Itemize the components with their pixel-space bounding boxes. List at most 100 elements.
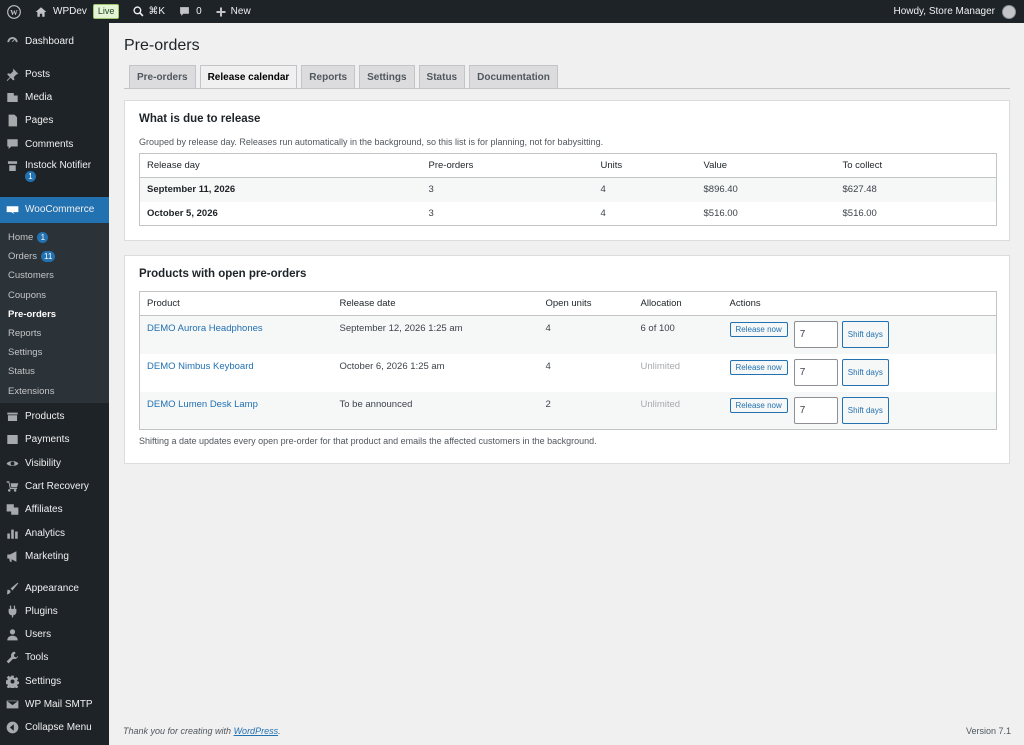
submenu-item-extensions[interactable]: Extensions	[0, 381, 109, 400]
shift-days-input[interactable]: 7	[793, 321, 838, 349]
submenu-item-coupons[interactable]: Coupons	[0, 286, 109, 305]
sidebar-item-woocommerce[interactable]: WooCommerce	[0, 196, 109, 223]
tab-settings[interactable]: Settings	[359, 65, 415, 88]
sidebar-item-label: Pages	[25, 115, 54, 127]
cell-product: DEMO Aurora Headphones	[139, 315, 333, 354]
wordpress-link[interactable]: WordPress	[234, 726, 279, 736]
sidebar-item-label: Appearance	[25, 582, 79, 594]
submenu-item-customers[interactable]: Customers	[0, 266, 109, 285]
sidebar-item-analytics[interactable]: Analytics	[0, 522, 109, 545]
bell-icon	[6, 160, 19, 173]
sidebar-item-posts[interactable]: Posts	[0, 62, 109, 85]
sidebar-item-affiliates[interactable]: Affiliates	[0, 498, 109, 521]
sidebar-item-label: Tools	[25, 652, 49, 664]
pages-icon	[6, 114, 19, 127]
sidebar-item-instock-notifier[interactable]: Instock Notifier 1	[0, 156, 109, 188]
product-link[interactable]: DEMO Nimbus Keyboard	[147, 361, 254, 372]
product-link[interactable]: DEMO Lumen Desk Lamp	[147, 399, 258, 410]
shift-days-button[interactable]: Shift days	[841, 359, 889, 386]
sidebar-item-products[interactable]: Products	[0, 405, 109, 428]
submenu-item-label: Coupons	[8, 289, 47, 301]
tab-status[interactable]: Status	[418, 65, 466, 88]
sidebar-item-visibility[interactable]: Visibility	[0, 451, 109, 474]
release-now-button[interactable]: Release now	[729, 322, 788, 338]
woocommerce-icon	[6, 203, 19, 216]
submenu-item-label: Home	[8, 232, 34, 244]
sidebar-item-payments[interactable]: Payments	[0, 428, 109, 451]
product-link[interactable]: DEMO Aurora Headphones	[147, 323, 263, 334]
column-header: Pre-orders	[421, 153, 594, 178]
comments-icon	[6, 138, 19, 151]
sidebar-item-collapse-menu[interactable]: Collapse Menu	[0, 716, 109, 739]
new-content-button[interactable]: New	[209, 0, 258, 23]
site-name: WPDev	[53, 6, 87, 17]
sidebar-item-label: Media	[25, 91, 53, 103]
sidebar-item-plugins[interactable]: Plugins	[0, 600, 109, 623]
shift-days-button[interactable]: Shift days	[841, 321, 889, 349]
affiliates-icon	[6, 503, 19, 516]
count-badge: 11	[41, 251, 56, 263]
sidebar-item-label: Instock Notifier	[25, 159, 92, 171]
sidebar-item-comments[interactable]: Comments	[0, 133, 109, 156]
sidebar-item-label: Posts	[25, 68, 51, 80]
comments-count: 0	[196, 6, 202, 17]
products-icon	[6, 410, 19, 423]
comments-link[interactable]: 0	[172, 0, 209, 23]
sidebar-item-appearance[interactable]: Appearance	[0, 576, 109, 599]
sidebar-item-marketing[interactable]: Marketing	[0, 545, 109, 568]
open-preorders-panel: Products with open pre-orders Product Rel…	[124, 255, 1010, 464]
wordpress-logo-button[interactable]: W	[0, 0, 28, 23]
sidebar-item-label: Payments	[25, 434, 70, 446]
cell-allocation: Unlimited	[640, 360, 681, 372]
sidebar-item-label: Comments	[25, 138, 74, 150]
sidebar-item-tools[interactable]: Tools	[0, 646, 109, 669]
shift-days-input[interactable]: 7	[793, 396, 838, 424]
admin-sidebar: Dashboard Posts Media Pages Comments Instock…	[0, 23, 109, 745]
shift-footnote: Shifting a date updates every open pre-o…	[139, 436, 597, 446]
shift-days-input[interactable]: 7	[793, 359, 838, 386]
sidebar-item-wp-mail-smtp[interactable]: WP Mail SMTP	[0, 693, 109, 716]
plus-icon	[216, 7, 226, 16]
users-icon	[6, 628, 19, 641]
submenu-item-orders[interactable]: Orders 11	[0, 247, 109, 266]
submenu-item-reports[interactable]: Reports	[0, 324, 109, 343]
release-now-button[interactable]: Release now	[729, 360, 788, 375]
sidebar-item-cart-recovery[interactable]: Cart Recovery	[0, 475, 109, 498]
open-preorders-table: Product Release date Open units Allocation A…	[139, 291, 997, 430]
submenu-item-label: Extensions	[8, 385, 55, 397]
submenu-item-label: Pre-orders	[8, 308, 57, 320]
sidebar-item-users[interactable]: Users	[0, 623, 109, 646]
column-header: Value	[696, 153, 836, 178]
tab-documentation[interactable]: Documentation	[469, 65, 558, 88]
shift-days-button[interactable]: Shift days	[841, 396, 889, 424]
command-palette-button[interactable]: ⌘K	[126, 0, 172, 23]
sidebar-item-settings[interactable]: Settings	[0, 670, 109, 693]
wordpress-icon: W	[7, 4, 21, 19]
sidebar-item-label: WooCommerce	[25, 204, 95, 216]
version-text: Version 7.1	[965, 726, 1011, 736]
eye-icon	[6, 457, 19, 470]
sidebar-item-label: WP Mail SMTP	[25, 699, 93, 710]
sidebar-item-pages[interactable]: Pages	[0, 109, 109, 132]
sidebar-item-media[interactable]: Media	[0, 86, 109, 109]
tab-reports[interactable]: Reports	[301, 65, 356, 88]
cell-units: 4	[545, 360, 551, 372]
search-icon	[133, 6, 144, 17]
submenu-item-status[interactable]: Status	[0, 362, 109, 381]
submenu-item-pre-orders[interactable]: Pre-orders	[0, 305, 109, 324]
submenu-item-label: Reports	[8, 327, 42, 339]
tab-pre-orders[interactable]: Pre-orders	[129, 65, 196, 88]
cell-actions: Release now 7 Shift days	[723, 354, 997, 392]
admin-bar: W WPDev Live ⌘K 0 New Howdy, Store Manag…	[0, 0, 1024, 23]
sidebar-item-dashboard[interactable]: Dashboard	[0, 30, 109, 53]
pin-icon	[6, 68, 19, 81]
release-now-button[interactable]: Release now	[729, 397, 788, 413]
brush-icon	[6, 582, 19, 595]
tab-release-calendar[interactable]: Release calendar	[199, 65, 298, 89]
site-name-link[interactable]: WPDev Live	[28, 0, 126, 23]
account-menu[interactable]: Howdy, Store Manager	[893, 4, 1024, 19]
release-due-panel: What is due to release Grouped by releas…	[124, 100, 1010, 241]
megaphone-icon	[6, 550, 19, 563]
submenu-item-home[interactable]: Home 1	[0, 228, 109, 247]
submenu-item-settings[interactable]: Settings	[0, 343, 109, 362]
